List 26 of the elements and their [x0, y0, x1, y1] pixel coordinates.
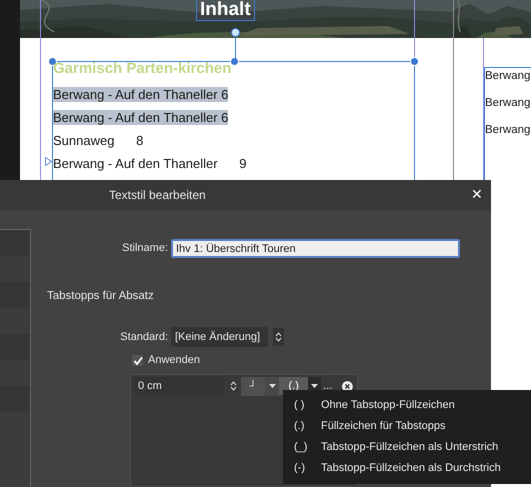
spinner-icon[interactable]	[273, 328, 284, 346]
menu-item[interactable]: ( ) Ohne Tabstopp-Füllzeichen	[283, 398, 531, 413]
style-name-field[interactable]: Ihv 1: Überschrift Touren	[171, 239, 460, 258]
dialog-title: Textstil bearbeiten	[109, 187, 206, 204]
heading: Garmisch Parten-kirchen	[53, 59, 232, 79]
more-button[interactable]: ...	[323, 378, 332, 394]
text-flow-icon[interactable]	[45, 157, 52, 166]
close-button[interactable]: ✕	[471, 186, 483, 202]
section-title: Tabstopps für Absatz	[47, 289, 155, 304]
text-line: Sunnaweg 8	[53, 133, 144, 148]
text-line: Berwang - Auf den Thaneller 9	[53, 156, 246, 171]
text-line: Berwang	[485, 96, 531, 111]
caret-icon	[268, 384, 276, 388]
text-line: Berwang	[485, 123, 531, 138]
check-icon	[132, 356, 142, 366]
apply-checkbox[interactable]: Anwenden	[132, 352, 491, 369]
standard-label: Standard:	[119, 330, 169, 345]
alignment-button[interactable]: ┘	[240, 376, 266, 396]
text-line: Berwang	[485, 69, 531, 84]
style-name-label: Stilname:	[121, 241, 169, 256]
menu-item[interactable]: (_) Tabstopp-Füllzeichen als Unterstrich	[283, 440, 531, 455]
dropdown-button[interactable]	[265, 376, 279, 396]
standard-select[interactable]: [Keine Änderung]	[171, 327, 268, 348]
menu-item[interactable]: (.) Füllzeichen für Tabstopps	[283, 419, 531, 434]
position-field[interactable]: 0 cm	[135, 377, 224, 396]
menu-item[interactable]: (-) Tabstopp-Füllzeichen als Durchstrich	[283, 461, 531, 476]
